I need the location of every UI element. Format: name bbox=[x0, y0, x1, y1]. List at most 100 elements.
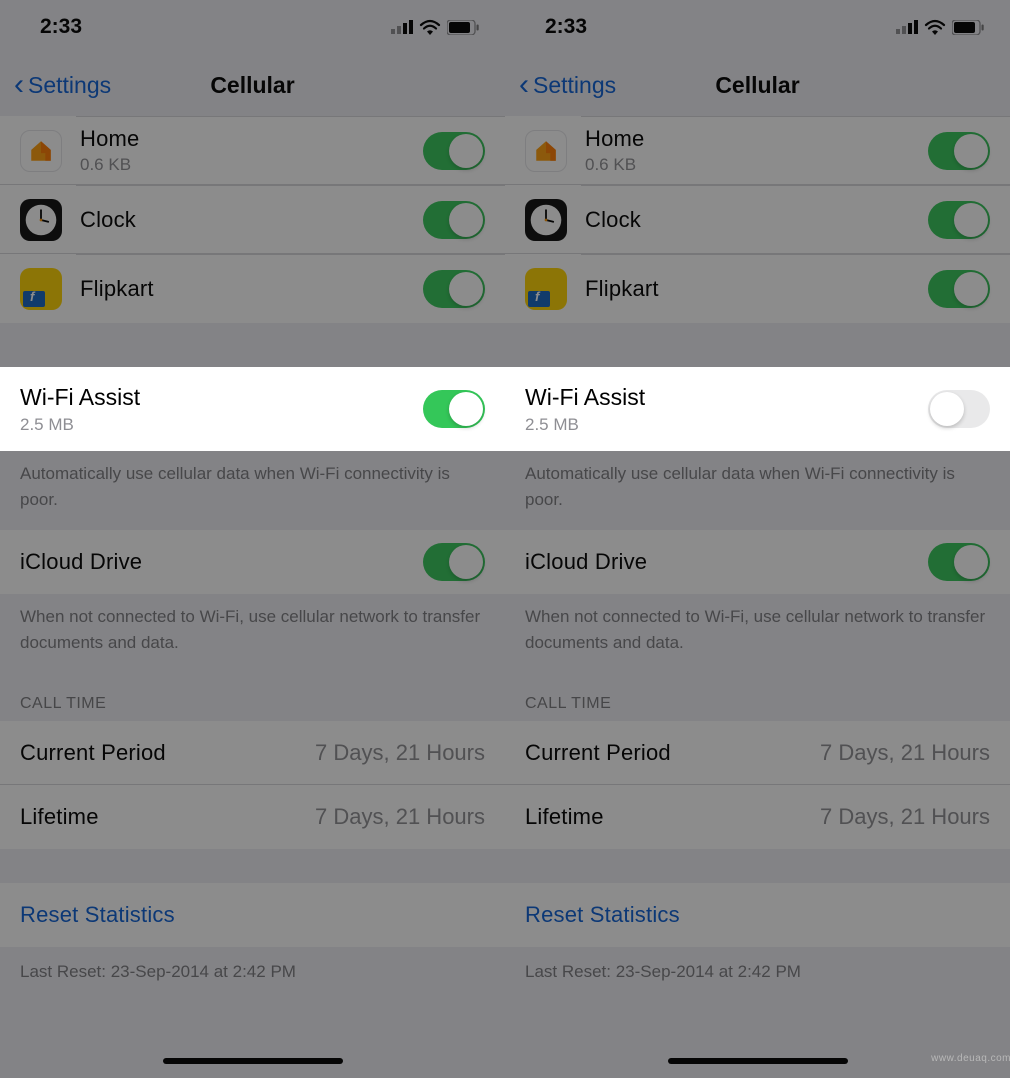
call-time-group: Current Period 7 Days, 21 Hours Lifetime… bbox=[0, 721, 505, 849]
call-time-header: CALL TIME bbox=[505, 673, 1010, 721]
wifi-assist-footer: Automatically use cellular data when Wi-… bbox=[505, 451, 1010, 530]
status-icons bbox=[896, 19, 984, 35]
app-row[interactable]: f Flipkart bbox=[0, 255, 505, 323]
toggle-knob bbox=[449, 203, 483, 237]
chevron-left-icon: ‹ bbox=[14, 70, 24, 100]
app-name: Home bbox=[585, 126, 928, 152]
wifi-assist-usage: 2.5 MB bbox=[20, 415, 423, 435]
app-row[interactable]: Clock bbox=[0, 186, 505, 254]
lifetime-value: 7 Days, 21 Hours bbox=[820, 804, 990, 830]
flipkart-icon: f bbox=[525, 268, 567, 310]
toggle-knob bbox=[449, 545, 483, 579]
call-time-header: CALL TIME bbox=[0, 673, 505, 721]
app-toggle[interactable] bbox=[928, 132, 990, 170]
home-indicator[interactable] bbox=[668, 1058, 848, 1064]
icloud-label: iCloud Drive bbox=[20, 549, 423, 575]
icloud-label: iCloud Drive bbox=[525, 549, 928, 575]
icloud-group: iCloud Drive bbox=[505, 530, 1010, 594]
app-toggle[interactable] bbox=[423, 201, 485, 239]
toggle-knob bbox=[954, 203, 988, 237]
lifetime-value: 7 Days, 21 Hours bbox=[315, 804, 485, 830]
reset-group: Reset Statistics bbox=[505, 883, 1010, 947]
app-name: Clock bbox=[585, 207, 928, 233]
app-data-usage: 0.6 KB bbox=[585, 155, 928, 175]
last-reset-footer: Last Reset: 23-Sep-2014 at 2:42 PM bbox=[0, 947, 505, 1003]
status-time: 2:33 bbox=[40, 15, 82, 39]
app-name: Clock bbox=[80, 207, 423, 233]
icloud-footer: When not connected to Wi-Fi, use cellula… bbox=[0, 594, 505, 673]
nav-bar: ‹Settings Cellular bbox=[0, 54, 505, 116]
call-time-group: Current Period 7 Days, 21 Hours Lifetime… bbox=[505, 721, 1010, 849]
icloud-toggle[interactable] bbox=[928, 543, 990, 581]
app-toggle[interactable] bbox=[928, 201, 990, 239]
home-icon bbox=[20, 130, 62, 172]
wifi-assist-row[interactable]: Wi-Fi Assist 2.5 MB bbox=[0, 367, 505, 451]
app-row[interactable]: Clock bbox=[505, 186, 1010, 254]
back-label: Settings bbox=[28, 72, 111, 99]
icloud-footer: When not connected to Wi-Fi, use cellula… bbox=[505, 594, 1010, 673]
status-time: 2:33 bbox=[545, 15, 587, 39]
current-period-value: 7 Days, 21 Hours bbox=[315, 740, 485, 766]
status-icons bbox=[391, 19, 479, 35]
home-indicator[interactable] bbox=[163, 1058, 343, 1064]
app-name: Flipkart bbox=[585, 276, 928, 302]
wifi-assist-label: Wi-Fi Assist bbox=[20, 384, 423, 411]
app-name: Flipkart bbox=[80, 276, 423, 302]
icloud-toggle[interactable] bbox=[423, 543, 485, 581]
toggle-knob bbox=[930, 392, 964, 426]
reset-label: Reset Statistics bbox=[525, 902, 680, 928]
app-name: Home bbox=[80, 126, 423, 152]
app-toggle[interactable] bbox=[928, 270, 990, 308]
icloud-drive-row[interactable]: iCloud Drive bbox=[505, 530, 1010, 594]
clock-icon bbox=[525, 199, 567, 241]
current-period-label: Current Period bbox=[525, 740, 671, 766]
wifi-assist-toggle[interactable] bbox=[928, 390, 990, 428]
toggle-knob bbox=[449, 392, 483, 426]
toggle-knob bbox=[449, 272, 483, 306]
apps-group: Home 0.6 KB Clock f Flipkart bbox=[505, 116, 1010, 323]
current-period-label: Current Period bbox=[20, 740, 166, 766]
app-row[interactable]: Home 0.6 KB bbox=[505, 117, 1010, 185]
phone-pane-right: 2:33 ‹Settings Cellular Home 0.6 KB Clock bbox=[505, 0, 1010, 1078]
home-icon bbox=[525, 130, 567, 172]
status-bar: 2:33 bbox=[0, 0, 505, 54]
app-data-usage: 0.6 KB bbox=[80, 155, 423, 175]
current-period-row: Current Period 7 Days, 21 Hours bbox=[505, 721, 1010, 785]
phone-pane-left: 2:33 ‹Settings Cellular Home 0.6 KB Clock bbox=[0, 0, 505, 1078]
toggle-knob bbox=[954, 134, 988, 168]
chevron-left-icon: ‹ bbox=[519, 70, 529, 100]
wifi-assist-usage: 2.5 MB bbox=[525, 415, 928, 435]
clock-icon bbox=[20, 199, 62, 241]
lifetime-label: Lifetime bbox=[525, 804, 604, 830]
reset-label: Reset Statistics bbox=[20, 902, 175, 928]
icloud-drive-row[interactable]: iCloud Drive bbox=[0, 530, 505, 594]
wifi-assist-row[interactable]: Wi-Fi Assist 2.5 MB bbox=[505, 367, 1010, 451]
lifetime-label: Lifetime bbox=[20, 804, 99, 830]
wifi-assist-footer: Automatically use cellular data when Wi-… bbox=[0, 451, 505, 530]
toggle-knob bbox=[449, 134, 483, 168]
current-period-row: Current Period 7 Days, 21 Hours bbox=[0, 721, 505, 785]
nav-bar: ‹Settings Cellular bbox=[505, 54, 1010, 116]
status-bar: 2:33 bbox=[505, 0, 1010, 54]
toggle-knob bbox=[954, 272, 988, 306]
watermark-text: www.deuaq.com bbox=[931, 1053, 1011, 1064]
flipkart-icon: f bbox=[20, 268, 62, 310]
lifetime-row: Lifetime 7 Days, 21 Hours bbox=[0, 785, 505, 849]
back-button[interactable]: ‹Settings bbox=[14, 70, 111, 100]
app-row[interactable]: f Flipkart bbox=[505, 255, 1010, 323]
lifetime-row: Lifetime 7 Days, 21 Hours bbox=[505, 785, 1010, 849]
back-button[interactable]: ‹Settings bbox=[519, 70, 616, 100]
app-toggle[interactable] bbox=[423, 132, 485, 170]
icloud-group: iCloud Drive bbox=[0, 530, 505, 594]
wifi-assist-toggle[interactable] bbox=[423, 390, 485, 428]
reset-statistics-button[interactable]: Reset Statistics bbox=[505, 883, 1010, 947]
wifi-assist-label: Wi-Fi Assist bbox=[525, 384, 928, 411]
toggle-knob bbox=[954, 545, 988, 579]
app-row[interactable]: Home 0.6 KB bbox=[0, 117, 505, 185]
app-toggle[interactable] bbox=[423, 270, 485, 308]
reset-statistics-button[interactable]: Reset Statistics bbox=[0, 883, 505, 947]
last-reset-footer: Last Reset: 23-Sep-2014 at 2:42 PM bbox=[505, 947, 1010, 1003]
reset-group: Reset Statistics bbox=[0, 883, 505, 947]
back-label: Settings bbox=[533, 72, 616, 99]
current-period-value: 7 Days, 21 Hours bbox=[820, 740, 990, 766]
